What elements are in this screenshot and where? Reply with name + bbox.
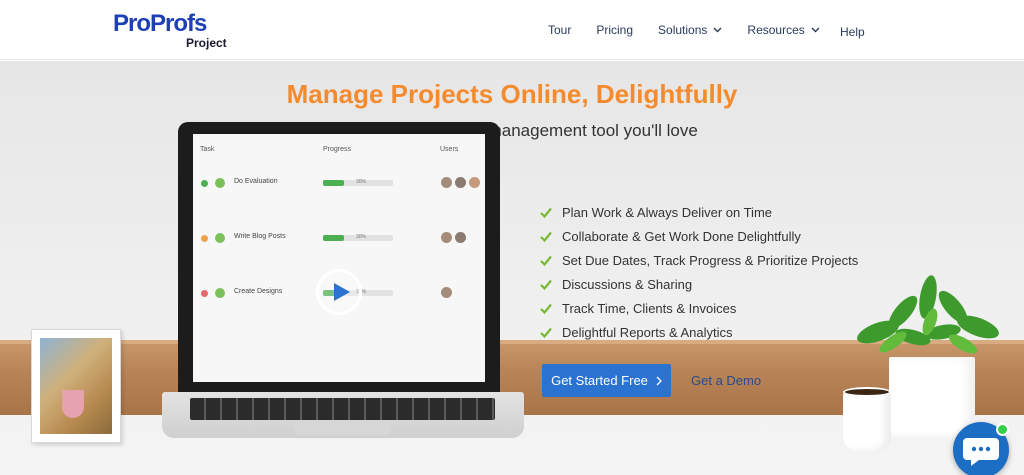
task-name: Do Evaluation: [234, 178, 278, 185]
avatar: [455, 232, 466, 243]
check-icon: [215, 288, 225, 298]
feature-text: Delightful Reports & Analytics: [562, 325, 733, 340]
status-dot: [201, 235, 208, 242]
laptop-trackpad: [295, 423, 391, 435]
check-icon: [215, 178, 225, 188]
nav-pricing[interactable]: Pricing: [596, 23, 633, 37]
check-icon: [540, 279, 552, 290]
status-dot: [201, 180, 208, 187]
list-item: Plan Work & Always Deliver on Time: [540, 205, 858, 229]
get-started-free-button[interactable]: Get Started Free: [542, 364, 671, 397]
nav-resources[interactable]: Resources: [747, 23, 820, 37]
task-name: Write Blog Posts: [234, 233, 286, 240]
nav-tour[interactable]: Tour: [548, 23, 571, 37]
list-item: Discussions & Sharing: [540, 277, 858, 301]
progress-bar: 30%: [323, 179, 393, 186]
task-row: Do Evaluation 30%: [193, 177, 485, 191]
check-icon: [540, 207, 552, 218]
nav-solutions-label: Solutions: [658, 23, 708, 37]
laptop-screen: Task Progress Users Do Evaluation 30% Wr…: [178, 122, 500, 392]
app-preview: Task Progress Users Do Evaluation 30% Wr…: [193, 134, 485, 382]
plant-leaves: [857, 275, 999, 354]
online-status-dot: [996, 423, 1009, 436]
column-progress: Progress: [323, 146, 352, 153]
column-users: Users: [440, 146, 459, 153]
feature-text: Track Time, Clients & Invoices: [562, 301, 737, 316]
list-item: Delightful Reports & Analytics: [540, 325, 858, 349]
laptop-keyboard: [190, 398, 495, 420]
site-header: ProProfs Project Tour Pricing Solutions …: [0, 0, 1024, 60]
feature-text: Plan Work & Always Deliver on Time: [562, 205, 772, 220]
chevron-down-icon: [811, 27, 820, 33]
feature-text: Set Due Dates, Track Progress & Prioriti…: [562, 253, 859, 268]
nav-help[interactable]: Help: [840, 25, 865, 39]
logo-subtitle: Project: [186, 36, 227, 50]
avatar: [455, 177, 466, 188]
feature-text: Discussions & Sharing: [562, 277, 693, 292]
nav-pricing-label: Pricing: [596, 23, 634, 37]
dog-photo: [40, 338, 112, 434]
coffee-surface: [843, 387, 891, 397]
coffee-mug: [843, 391, 891, 451]
status-dot: [201, 290, 208, 297]
play-icon: [334, 283, 350, 301]
nav-solutions[interactable]: Solutions: [658, 23, 722, 37]
task-row: Write Blog Posts 30%: [193, 232, 485, 246]
avatar: [469, 177, 480, 188]
check-icon: [540, 303, 552, 314]
hero-title: Manage Projects Online, Delightfully: [286, 79, 738, 109]
list-item: Set Due Dates, Track Progress & Prioriti…: [540, 253, 858, 277]
column-task: Task: [200, 146, 215, 153]
check-icon: [215, 233, 225, 243]
play-video-button[interactable]: [316, 269, 362, 315]
feature-list: Plan Work & Always Deliver on Time Colla…: [540, 205, 858, 349]
avatar: [441, 177, 452, 188]
avatar: [441, 232, 452, 243]
check-icon: [540, 231, 552, 242]
check-icon: [540, 255, 552, 266]
chevron-right-icon: [656, 376, 662, 385]
task-name: Create Designs: [234, 288, 283, 295]
progress-fill: [323, 235, 344, 241]
proprofs-logo[interactable]: ProProfs Project: [113, 10, 227, 51]
photo-frame: [31, 329, 121, 443]
progress-bar: 30%: [323, 234, 393, 241]
list-item: Track Time, Clients & Invoices: [540, 301, 858, 325]
feature-text: Collaborate & Get Work Done Delightfully: [562, 229, 801, 244]
avatar: [441, 287, 452, 298]
dog-tongue: [62, 390, 84, 418]
get-started-label: Get Started Free: [551, 373, 648, 388]
nav-tour-label: Tour: [548, 23, 572, 37]
get-a-demo-link[interactable]: Get a Demo: [691, 373, 761, 388]
chevron-down-icon: [713, 27, 722, 33]
list-item: Collaborate & Get Work Done Delightfully: [540, 229, 858, 253]
logo-text-profs: Profs: [150, 10, 207, 37]
logo-text-pro: Pro: [113, 10, 151, 37]
progress-fill: [323, 180, 344, 186]
check-icon: [540, 327, 552, 338]
progress-text: 30%: [356, 179, 367, 185]
nav-resources-label: Resources: [747, 23, 805, 37]
progress-text: 30%: [356, 234, 367, 240]
main-nav: Tour Pricing Solutions Resources: [523, 0, 820, 60]
